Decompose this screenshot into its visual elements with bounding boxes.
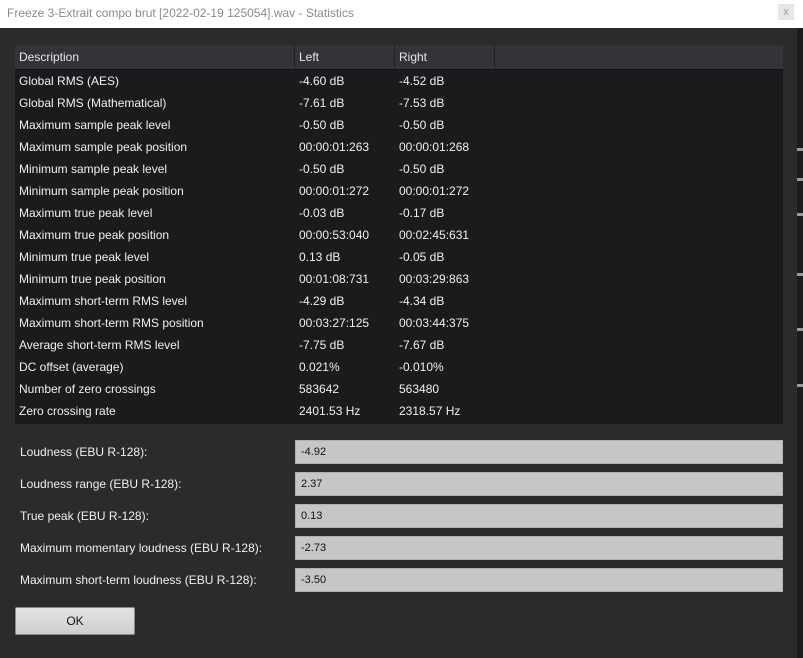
loudness-label: Loudness (EBU R-128): [20, 445, 148, 459]
row-right-value: -0.50 dB [399, 162, 445, 176]
row-right-value: 00:00:01:268 [399, 140, 470, 154]
row-description: Maximum true peak level [19, 206, 153, 220]
row-description: Maximum sample peak position [19, 140, 188, 154]
table-row[interactable]: Maximum sample peak level -0.50 dB -0.50 d… [15, 114, 783, 136]
loudness-value-field[interactable]: -3.50 [295, 568, 783, 592]
ok-button[interactable]: OK [15, 607, 135, 635]
table-row[interactable]: Zero crossing rate 2401.53 Hz 2318.57 Hz [15, 400, 783, 422]
row-left-value: 00:01:08:731 [299, 272, 370, 286]
loudness-row: Loudness (EBU R-128): -4.92 [0, 440, 797, 464]
table-row[interactable]: Minimum true peak position 00:01:08:731 00… [15, 268, 783, 290]
row-description: Number of zero crossings [19, 382, 156, 396]
row-right-value: 2318.57 Hz [399, 404, 461, 418]
row-left-value: 2401.53 Hz [299, 404, 361, 418]
row-left-value: -4.60 dB [299, 74, 345, 88]
row-left-value: -0.50 dB [299, 118, 345, 132]
statistics-dialog: Description Left Right Global RMS (AES) -… [0, 28, 797, 658]
loudness-label: Maximum momentary loudness (EBU R-128): [20, 541, 263, 555]
row-description: Zero crossing rate [19, 404, 116, 418]
loudness-value-field[interactable]: 0.13 [295, 504, 783, 528]
row-right-value: 00:02:45:631 [399, 228, 470, 242]
loudness-row: Maximum short-term loudness (EBU R-128):… [0, 568, 797, 592]
row-right-value: -0.17 dB [399, 206, 445, 220]
row-left-value: 00:00:53:040 [299, 228, 370, 242]
row-right-value: -0.010% [399, 360, 444, 374]
row-description: Minimum sample peak position [19, 184, 184, 198]
loudness-label: Maximum short-term loudness (EBU R-128): [20, 573, 257, 587]
table-row[interactable]: Maximum short-term RMS level -4.29 dB -4.3… [15, 290, 783, 312]
row-description: Maximum true peak position [19, 228, 170, 242]
table-row[interactable]: Number of zero crossings 583642 563480 [15, 378, 783, 400]
statistics-table: Description Left Right Global RMS (AES) -… [15, 45, 783, 424]
row-left-value: -0.03 dB [299, 206, 345, 220]
loudness-label: Loudness range (EBU R-128): [20, 477, 182, 491]
row-left-value: 00:00:01:272 [299, 184, 370, 198]
row-description: Average short-term RMS level [19, 338, 180, 352]
row-right-value: -0.05 dB [399, 250, 445, 264]
row-description: Maximum sample peak level [19, 118, 171, 132]
row-description: Global RMS (Mathematical) [19, 96, 167, 110]
column-header-right[interactable]: Right [395, 45, 495, 69]
column-header-description[interactable]: Description [15, 45, 295, 69]
row-left-value: -7.61 dB [299, 96, 345, 110]
loudness-label: True peak (EBU R-128): [20, 509, 149, 523]
row-right-value: -4.34 dB [399, 294, 445, 308]
table-header: Description Left Right [15, 45, 783, 70]
window-titlebar: Freeze 3-Extrait compo brut [2022-02-19 … [0, 0, 803, 28]
row-right-value: 563480 [399, 382, 440, 396]
row-description: Minimum sample peak level [19, 162, 168, 176]
row-left-value: 00:00:01:263 [299, 140, 370, 154]
loudness-row: Maximum momentary loudness (EBU R-128): -… [0, 536, 797, 560]
table-row[interactable]: Minimum true peak level 0.13 dB -0.05 dB [15, 246, 783, 268]
column-header-empty [495, 45, 783, 69]
row-description: Maximum short-term RMS level [19, 294, 188, 308]
row-left-value: -0.50 dB [299, 162, 345, 176]
loudness-value-field[interactable]: -4.92 [295, 440, 783, 464]
background-window-edge [797, 28, 803, 658]
row-description: Minimum true peak level [19, 250, 150, 264]
table-row[interactable]: Minimum sample peak position 00:00:01:272… [15, 180, 783, 202]
loudness-value-field[interactable]: 2.37 [295, 472, 783, 496]
table-row[interactable]: Maximum true peak level -0.03 dB -0.17 dB [15, 202, 783, 224]
row-left-value: 0.021% [299, 360, 340, 374]
table-row[interactable]: DC offset (average) 0.021% -0.010% [15, 356, 783, 378]
column-header-left[interactable]: Left [295, 45, 395, 69]
row-right-value: 00:03:29:863 [399, 272, 470, 286]
row-right-value: -4.52 dB [399, 74, 445, 88]
row-right-value: -7.67 dB [399, 338, 445, 352]
row-left-value: 00:03:27:125 [299, 316, 370, 330]
table-row[interactable]: Maximum true peak position 00:00:53:040 00… [15, 224, 783, 246]
row-left-value: -4.29 dB [299, 294, 345, 308]
row-left-value: -7.75 dB [299, 338, 345, 352]
row-right-value: 00:03:44:375 [399, 316, 470, 330]
row-right-value: -0.50 dB [399, 118, 445, 132]
row-left-value: 583642 [299, 382, 340, 396]
row-left-value: 0.13 dB [299, 250, 341, 264]
table-row[interactable]: Global RMS (Mathematical) -7.61 dB -7.53 d… [15, 92, 783, 114]
row-description: DC offset (average) [19, 360, 124, 374]
row-description: Minimum true peak position [19, 272, 166, 286]
loudness-row: True peak (EBU R-128): 0.13 [0, 504, 797, 528]
table-row[interactable]: Maximum sample peak position 00:00:01:263… [15, 136, 783, 158]
loudness-value-field[interactable]: -2.73 [295, 536, 783, 560]
row-description: Global RMS (AES) [19, 74, 120, 88]
row-right-value: -7.53 dB [399, 96, 445, 110]
window-title: Freeze 3-Extrait compo brut [2022-02-19 … [7, 6, 354, 20]
loudness-row: Loudness range (EBU R-128): 2.37 [0, 472, 797, 496]
table-row[interactable]: Average short-term RMS level -7.75 dB -7.6… [15, 334, 783, 356]
table-row[interactable]: Maximum short-term RMS position 00:03:27:… [15, 312, 783, 334]
table-row[interactable]: Minimum sample peak level -0.50 dB -0.50 d… [15, 158, 783, 180]
row-right-value: 00:00:01:272 [399, 184, 470, 198]
close-icon[interactable]: x [778, 4, 794, 20]
table-row[interactable]: Global RMS (AES) -4.60 dB -4.52 dB [15, 70, 783, 92]
row-description: Maximum short-term RMS position [19, 316, 204, 330]
